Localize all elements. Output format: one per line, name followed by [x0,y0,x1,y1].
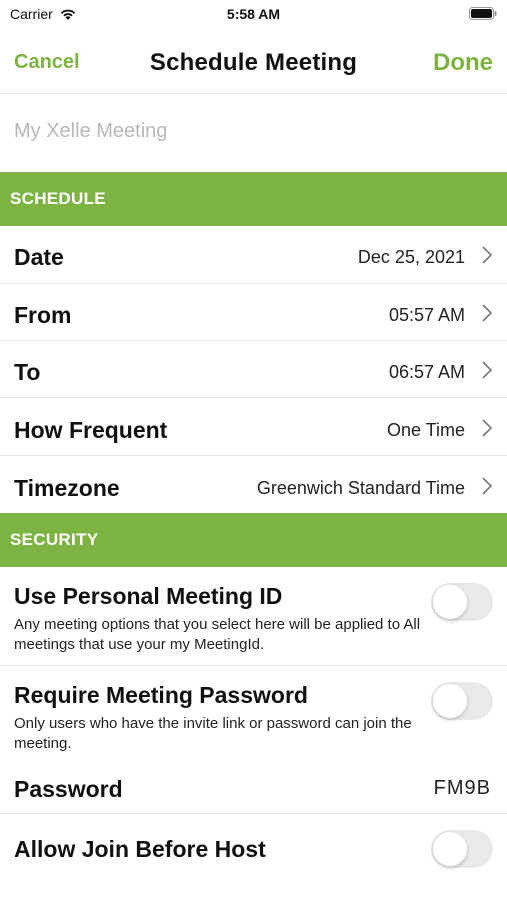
to-value: 06:57 AM [388,362,465,382]
battery-icon [469,7,497,20]
join-before-host-row: Allow Join Before Host [0,814,507,884]
date-row[interactable]: Date Dec 25, 2021 [0,226,507,284]
password-row[interactable]: Password FM9B [0,764,507,814]
security-section-header: SECURITY [0,513,507,567]
frequency-row[interactable]: How Frequent One Time [0,398,507,456]
to-label: To [14,359,41,385]
meeting-name-field [0,110,507,160]
from-value: 05:57 AM [388,305,465,325]
personal-meeting-id-title: Use Personal Meeting ID [14,583,283,609]
timezone-value: Greenwich Standard Time [256,478,465,498]
chevron-right-icon [482,304,493,322]
personal-meeting-id-row: Use Personal Meeting ID Any meeting opti… [0,567,507,666]
chevron-right-icon [482,361,493,379]
security-header-label: SECURITY [10,530,99,549]
join-before-host-toggle[interactable] [431,830,493,868]
nav-bar: Cancel Schedule Meeting Done [0,36,507,94]
password-value: FM9B [433,777,491,799]
join-before-host-title: Allow Join Before Host [14,836,266,862]
meeting-name-input[interactable] [14,120,494,143]
from-row[interactable]: From 05:57 AM [0,284,507,341]
require-password-title: Require Meeting Password [14,682,308,708]
done-button[interactable]: Done [433,49,493,77]
to-row[interactable]: To 06:57 AM [0,341,507,398]
chevron-right-icon [482,246,493,264]
password-label: Password [14,776,123,802]
require-password-toggle[interactable] [431,682,493,720]
toggle-knob [433,832,467,866]
date-value: Dec 25, 2021 [357,247,465,267]
timezone-label: Timezone [14,475,120,501]
require-password-description: Only users who have the invite link or p… [14,715,412,752]
from-label: From [14,302,72,328]
timezone-row[interactable]: Timezone Greenwich Standard Time [0,456,507,513]
personal-meeting-id-description: Any meeting options that you select here… [14,616,421,653]
status-time: 5:58 AM [226,6,281,22]
frequency-label: How Frequent [14,417,168,443]
require-password-row: Require Meeting Password Only users who … [0,666,507,764]
frequency-value: One Time [386,420,465,440]
schedule-section-header: SCHEDULE [0,172,507,226]
chevron-right-icon [482,477,493,495]
personal-meeting-id-toggle[interactable] [431,583,493,621]
toggle-knob [433,684,467,718]
status-bar: Carrier 5:58 AM [0,0,507,30]
toggle-knob [433,585,467,619]
chevron-right-icon [482,419,493,437]
schedule-header-label: SCHEDULE [10,189,106,208]
page-title: Schedule Meeting [149,49,358,76]
date-label: Date [14,244,64,270]
